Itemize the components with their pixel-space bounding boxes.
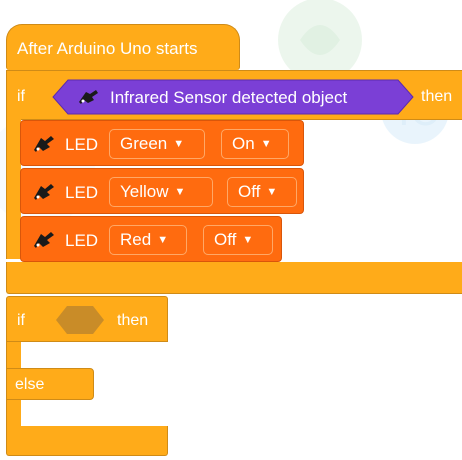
led-color-dropdown[interactable]: Red ▼ [109, 225, 187, 255]
if-else-block-header[interactable]: if then [6, 296, 168, 342]
hat-block-when-arduino-starts[interactable]: After Arduino Uno starts [6, 24, 240, 70]
dropdown-arrow-icon: ▼ [242, 234, 254, 246]
led-color-value: Red [120, 230, 152, 249]
dropdown-arrow-icon: ▼ [173, 138, 185, 150]
dropdown-arrow-icon: ▼ [157, 234, 169, 246]
if-else-arm-bottom [6, 400, 21, 426]
led-color-dropdown[interactable]: Yellow ▼ [109, 177, 213, 207]
empty-statement-notch [20, 342, 60, 352]
led-state-value: On [232, 134, 255, 153]
led-module-icon [32, 231, 56, 254]
hat-block-label: After Arduino Uno starts [17, 39, 198, 58]
if-block-arm [6, 119, 21, 259]
if-else-arm-top [6, 342, 21, 368]
led-state-value: Off [214, 230, 237, 249]
then-keyword: then [421, 88, 453, 105]
led-color-value: Yellow [120, 182, 169, 201]
if-keyword: if [17, 312, 25, 329]
led-color-value: Green [120, 134, 168, 153]
led-state-value: Off [238, 182, 261, 201]
led-block-green[interactable]: LED Green ▼ On ▼ [20, 120, 304, 166]
dropdown-arrow-icon: ▼ [266, 186, 278, 198]
led-state-dropdown[interactable]: Off ▼ [203, 225, 273, 255]
led-color-dropdown[interactable]: Green ▼ [109, 129, 205, 159]
dropdown-arrow-icon: ▼ [260, 138, 272, 150]
condition-label: Infrared Sensor detected object [110, 87, 348, 107]
empty-condition-slot[interactable] [55, 305, 105, 335]
else-section: else [6, 368, 94, 400]
led-state-dropdown[interactable]: Off ▼ [227, 177, 297, 207]
led-block-red[interactable]: LED Red ▼ Off ▼ [20, 216, 282, 262]
then-keyword: then [117, 312, 149, 329]
led-module-icon [32, 135, 56, 158]
arduino-sensor-icon [76, 88, 100, 106]
if-else-block-footer [6, 426, 168, 456]
infrared-sensor-condition[interactable]: Infrared Sensor detected object [52, 79, 414, 115]
led-block-yellow[interactable]: LED Yellow ▼ Off ▼ [20, 168, 304, 214]
else-keyword: else [15, 376, 45, 393]
led-label: LED [65, 183, 99, 202]
if-block-footer [6, 262, 462, 294]
led-module-icon [32, 183, 56, 206]
dropdown-arrow-icon: ▼ [174, 186, 186, 198]
led-label: LED [65, 231, 99, 250]
led-label: LED [65, 135, 99, 154]
led-state-dropdown[interactable]: On ▼ [221, 129, 289, 159]
if-keyword: if [17, 88, 25, 105]
